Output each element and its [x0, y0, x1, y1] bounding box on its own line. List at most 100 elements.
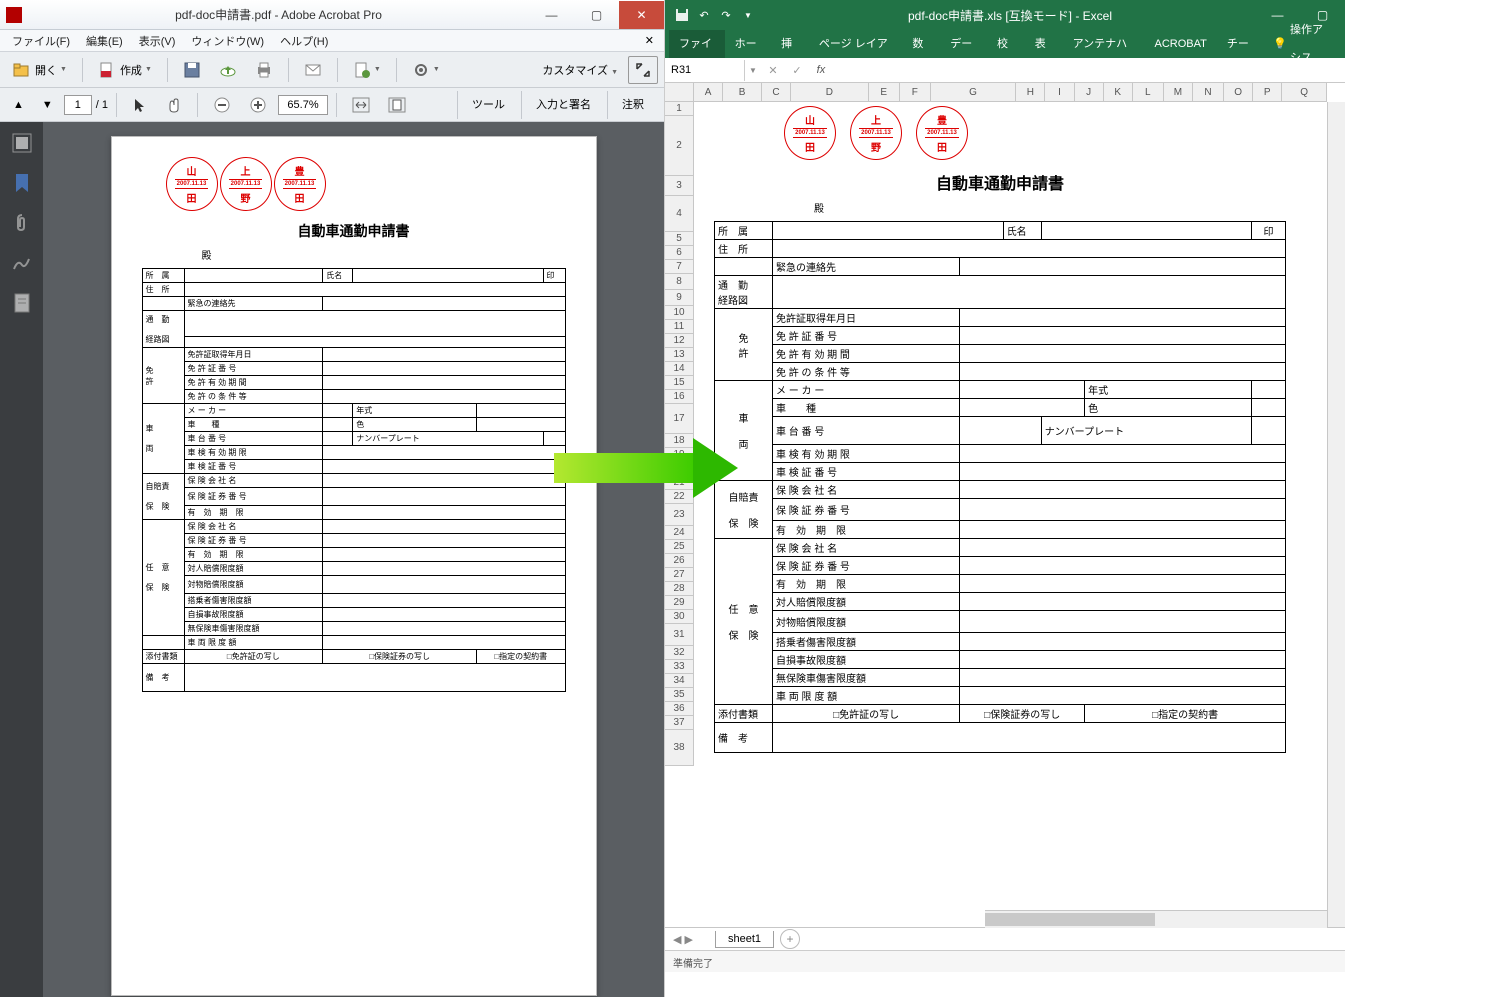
cancel-formula-icon[interactable]: ✕ [761, 64, 785, 77]
acrobat-sidebar [0, 122, 43, 997]
xl-stamp-2: 上2007.11.13野 [850, 106, 902, 160]
ribbon-tab-acrobat[interactable]: ACROBAT [1145, 30, 1217, 58]
ribbon-tab-layout[interactable]: ページ レイアウト [809, 30, 903, 58]
acrobat-menubar: ファイル(F) 編集(E) 表示(V) ウィンドウ(W) ヘルプ(H) ✕ [0, 30, 664, 52]
zoom-in-button[interactable] [242, 91, 274, 119]
page-panel-icon[interactable] [11, 292, 33, 314]
tab-fill-sign[interactable]: 入力と署名 [521, 91, 605, 119]
page-total-label: / 1 [96, 99, 108, 111]
tab-nav-icons[interactable]: ◀ ▶ [673, 933, 693, 946]
menu-file[interactable]: ファイル(F) [4, 33, 78, 49]
save-button[interactable] [176, 56, 208, 84]
open-button[interactable]: 開く [6, 56, 74, 84]
zoom-level-input[interactable] [278, 95, 328, 115]
excel-titlebar: ↶ ↷ ▼ pdf-doc申請書.xls [互換モード] - Excel — ▢ [665, 0, 1345, 30]
stamp-3: 豊2007.11.13田 [274, 157, 326, 211]
ribbon-tab-review[interactable]: 校閲 [987, 30, 1025, 58]
gear-icon [412, 61, 430, 79]
sheet-tab-1[interactable]: sheet1 [715, 931, 774, 948]
column-headers[interactable]: ABCDEFGHIJKLMNOPQ [694, 83, 1327, 102]
excel-window-title: pdf-doc申請書.xls [互換モード] - Excel [765, 7, 1255, 24]
tab-tools[interactable]: ツール [457, 91, 519, 119]
fit-page-button[interactable] [381, 91, 413, 119]
convert-button[interactable] [346, 56, 388, 84]
hand-tool-button[interactable] [159, 91, 189, 119]
minimize-button[interactable]: — [529, 1, 574, 29]
save-icon[interactable] [673, 6, 691, 24]
cursor-icon [132, 97, 148, 113]
fx-icon[interactable]: fx [809, 64, 833, 76]
tell-me-button[interactable]: 💡操作アシス [1263, 30, 1341, 58]
xl-addressee: 殿 [814, 200, 1286, 215]
ribbon-tab-data[interactable]: データ [940, 30, 987, 58]
tab-comment[interactable]: 注釈 [607, 91, 658, 119]
sheet-tab-bar: ◀ ▶ sheet1 + [665, 927, 1345, 950]
create-pdf-icon [98, 61, 116, 79]
name-box-input[interactable] [665, 60, 745, 81]
customize-button[interactable]: カスタマイズ [542, 62, 618, 78]
zoom-out-button[interactable] [206, 91, 238, 119]
pdf-icon [6, 7, 22, 23]
vertical-scrollbar[interactable] [1327, 102, 1345, 927]
undo-icon[interactable]: ↶ [695, 6, 713, 24]
xl-form-title: 自動車通勤申請書 [714, 170, 1286, 194]
thumbnails-icon[interactable] [11, 132, 33, 154]
close-button[interactable]: ✕ [619, 1, 664, 29]
fit-page-icon [388, 97, 406, 113]
acrobat-titlebar: pdf-doc申請書.pdf - Adobe Acrobat Pro — ▢ ✕ [0, 0, 664, 30]
signature-icon[interactable] [11, 252, 33, 274]
formula-input[interactable] [833, 64, 1345, 76]
menu-view[interactable]: 表示(V) [131, 33, 184, 49]
ribbon-tab-file[interactable]: ファイル [669, 30, 725, 58]
email-button[interactable] [297, 56, 329, 84]
fit-width-button[interactable] [345, 91, 377, 119]
expand-button[interactable] [628, 56, 658, 84]
folder-open-icon [13, 61, 31, 79]
ribbon-tab-insert[interactable]: 挿入 [771, 30, 809, 58]
select-tool-button[interactable] [125, 91, 155, 119]
xl-form-table: 所 属氏名印 住 所 緊急の連絡先 通 勤経路図 免許免許証取得年月日 免 許 … [714, 221, 1286, 753]
print-button[interactable] [248, 56, 280, 84]
fit-width-icon [352, 97, 370, 113]
grid-area[interactable]: 山2007.11.13田 上2007.11.13野 豊2007.11.13田 自… [694, 102, 1327, 972]
row-headers[interactable]: 1234567891011121314151617181920212223242… [665, 102, 694, 766]
menu-edit[interactable]: 編集(E) [78, 33, 131, 49]
menu-help[interactable]: ヘルプ(H) [272, 33, 336, 49]
page-down-button[interactable]: ▼ [35, 91, 60, 119]
form-title: 自動車通勤申請書 [142, 221, 566, 241]
qat-dropdown-icon[interactable]: ▼ [739, 6, 757, 24]
lightbulb-icon: 💡 [1273, 30, 1287, 58]
menubar-close-icon[interactable]: ✕ [639, 34, 660, 47]
expand-icon [636, 63, 650, 77]
select-all-corner[interactable] [665, 83, 694, 102]
cloud-icon [219, 61, 237, 79]
create-button[interactable]: 作成 [91, 56, 159, 84]
ribbon-tab-formulas[interactable]: 数式 [902, 30, 940, 58]
page-up-button[interactable]: ▲ [6, 91, 31, 119]
redo-icon[interactable]: ↷ [717, 6, 735, 24]
enter-formula-icon[interactable]: ✓ [785, 64, 809, 77]
horizontal-scrollbar[interactable] [985, 910, 1327, 928]
bookmark-icon[interactable] [11, 172, 33, 194]
ribbon-tab-view[interactable]: 表示 [1025, 30, 1063, 58]
zoom-in-icon [249, 96, 267, 114]
ribbon-tab-antenna[interactable]: アンテナハウス [1063, 30, 1145, 58]
menu-window[interactable]: ウィンドウ(W) [183, 33, 272, 49]
addressee: 殿 [202, 247, 566, 262]
settings-button[interactable] [405, 56, 447, 84]
document-viewport[interactable]: 山2007.11.13田 上2007.11.13野 豊2007.11.13田 自… [43, 122, 664, 997]
page-number-input[interactable] [64, 95, 92, 115]
save-icon [183, 61, 201, 79]
form-table: 所 属氏名印 住 所 緊急の連絡先 通 勤経路図 免許免許証取得年月日 免 許 … [142, 268, 566, 692]
attachment-icon[interactable] [11, 212, 33, 234]
ribbon-tab-home[interactable]: ホーム [725, 30, 771, 58]
acrobat-toolbar-main: 開く 作成 カスタマイズ [0, 52, 664, 88]
maximize-button[interactable]: ▢ [574, 1, 619, 29]
acrobat-window-title: pdf-doc申請書.pdf - Adobe Acrobat Pro [28, 6, 529, 23]
add-sheet-button[interactable]: + [780, 929, 800, 949]
ribbon-tab-team[interactable]: チーム [1217, 30, 1263, 58]
acrobat-toolbar-nav: ▲ ▼ / 1 ツール 入力と署名 注釈 [0, 88, 664, 122]
convert-icon [353, 61, 371, 79]
hand-icon [166, 97, 182, 113]
cloud-button[interactable] [212, 56, 244, 84]
